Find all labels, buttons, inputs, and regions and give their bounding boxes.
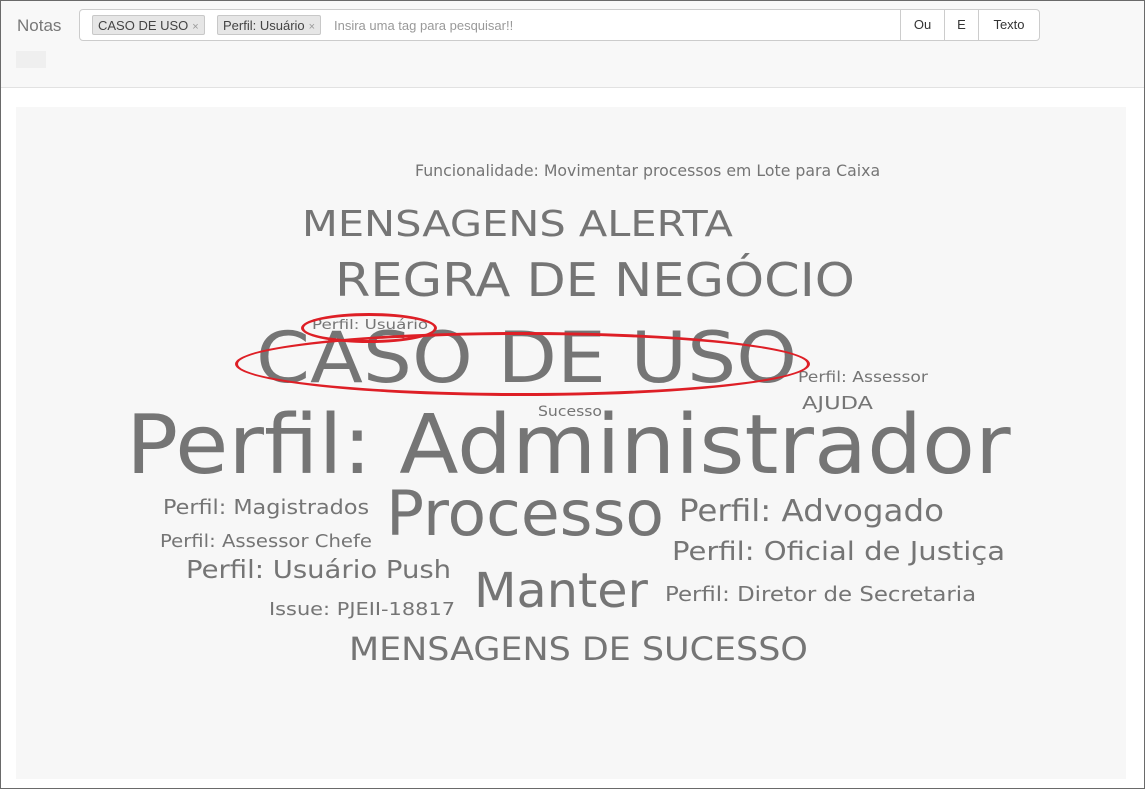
and-button[interactable]: E (944, 9, 979, 41)
tag-perfil-advogado[interactable]: Perfil: Advogado (679, 497, 944, 527)
search-tag-label: CASO DE USO (98, 18, 189, 33)
tag-perfil-oficial-de-justica[interactable]: Perfil: Oficial de Justiça (672, 539, 1005, 565)
tag-search-input[interactable] (334, 14, 884, 36)
tag-perfil-assessor[interactable]: Perfil: Assessor (798, 370, 928, 385)
tag-perfil-usuario-push[interactable]: Perfil: Usuário Push (186, 557, 451, 582)
tag-regra-de-negocio[interactable]: REGRA DE NEGÓCIO (335, 257, 855, 303)
tag-perfil-diretor-de-secretaria[interactable]: Perfil: Diretor de Secretaria (665, 584, 976, 604)
tag-issue-pjeii-18817[interactable]: Issue: PJEII-18817 (269, 601, 455, 619)
tag-processo[interactable]: Processo (386, 483, 664, 545)
tag-mensagens-de-sucesso[interactable]: MENSAGENS DE SUCESSO (349, 633, 808, 665)
placeholder-block (16, 51, 46, 68)
top-bar: Notas CASO DE USO× Perfil: Usuário× Ou E… (1, 1, 1144, 88)
tag-search-box[interactable]: CASO DE USO × Perfil: Usuário × (79, 9, 901, 41)
highlight-ring-caso-de-uso (235, 332, 810, 396)
tag-perfil-magistrados[interactable]: Perfil: Magistrados (163, 497, 369, 517)
remove-tag-icon[interactable]: × (309, 21, 315, 33)
tag-funcionalidade-movimentar[interactable]: Funcionalidade: Movimentar processos em … (415, 163, 880, 179)
app-title: Notas (17, 16, 62, 35)
search-tag-perfil-usuario: Perfil: Usuário × (217, 15, 322, 35)
remove-tag-icon[interactable]: × (192, 21, 198, 33)
or-button[interactable]: Ou (900, 9, 945, 41)
tag-perfil-assessor-chefe[interactable]: Perfil: Assessor Chefe (160, 533, 372, 551)
tag-manter[interactable]: Manter (474, 567, 648, 615)
search-tag-label: Perfil: Usuário (223, 18, 305, 33)
tag-mensagens-alerta[interactable]: MENSAGENS ALERTA (302, 207, 733, 243)
search-tag-caso-de-uso: CASO DE USO × (92, 15, 205, 35)
text-button[interactable]: Texto (978, 9, 1040, 41)
tag-cloud: Funcionalidade: Movimentar processos em … (16, 107, 1126, 779)
tag-perfil-administrador[interactable]: Perfil: Administrador (126, 405, 1011, 487)
